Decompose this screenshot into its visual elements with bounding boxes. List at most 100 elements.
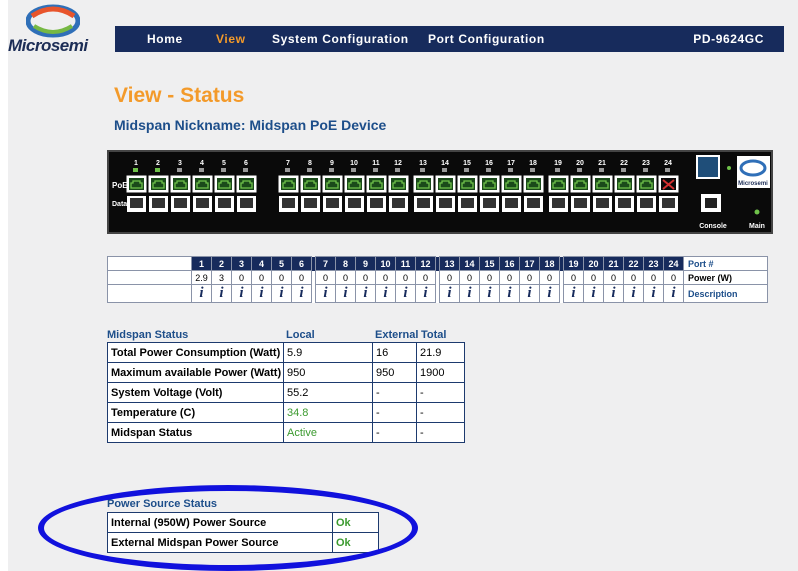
port-led-icon [307, 168, 312, 172]
console-label: Console [699, 223, 727, 230]
port-description-cell: i [191, 284, 212, 303]
nav-view[interactable]: View [216, 32, 246, 46]
microsemi-logo[interactable]: Microsemi [8, 2, 98, 60]
info-icon[interactable]: i [591, 285, 595, 301]
port-description-cell: i [439, 284, 460, 303]
row-spacer [107, 270, 192, 285]
data-port-socket [174, 198, 187, 208]
device-model: PD-9624GC [693, 32, 764, 46]
info-icon[interactable]: i [631, 285, 635, 301]
info-icon[interactable]: i [259, 285, 263, 301]
table-row: Total Power Consumption (Watt) 5.9 16 21… [107, 342, 465, 363]
data-port-socket [326, 198, 339, 208]
info-icon[interactable]: i [447, 285, 451, 301]
data-port-socket [130, 198, 143, 208]
data-port-socket [240, 198, 253, 208]
midspan-status-header: Midspan Status [107, 329, 189, 341]
device-port-number: 9 [330, 160, 334, 167]
data-port-socket [574, 198, 587, 208]
network-port-icon [696, 155, 720, 179]
device-port-number: 17 [507, 160, 515, 167]
port-description-cell: i [251, 284, 272, 303]
info-icon[interactable]: i [651, 285, 655, 301]
port-description-cell: i [271, 284, 292, 303]
port-led-icon [643, 168, 648, 172]
port-description-cell: i [335, 284, 356, 303]
device-port-number: 13 [419, 160, 427, 167]
info-icon[interactable]: i [279, 285, 283, 301]
nav-system-configuration[interactable]: System Configuration [272, 32, 409, 46]
port-power-value: 3 [211, 270, 232, 285]
data-port-socket [483, 198, 496, 208]
info-icon[interactable]: i [323, 285, 327, 301]
info-icon[interactable]: i [199, 285, 203, 301]
local-value: 55.2 [283, 382, 373, 403]
external-value: 16 [372, 342, 417, 363]
port-led-icon [329, 168, 334, 172]
info-icon[interactable]: i [487, 285, 491, 301]
info-icon[interactable]: i [467, 285, 471, 301]
page-title: View - Status [114, 84, 245, 107]
info-icon[interactable]: i [383, 285, 387, 301]
data-port-socket [662, 198, 675, 208]
port-description-row: i i i i i i i i i i i i i i i i i i i i i i i i Description [107, 284, 768, 303]
local-value: Active [283, 422, 373, 443]
info-icon[interactable]: i [343, 285, 347, 301]
port-number: 5 [271, 256, 292, 271]
device-panel-graphic: PoEData In1 2 3 4 5 6 7 8 9 10 11 12 13 14 15 16 17 18 19 2… [112, 155, 770, 230]
port-description-cell: i [479, 284, 500, 303]
port-led-icon [621, 168, 626, 172]
port-number: 9 [355, 256, 376, 271]
port-power-value: 2.9 [191, 270, 212, 285]
port-led-icon [177, 168, 182, 172]
device-port-number: 16 [485, 160, 493, 167]
nav-home[interactable]: Home [147, 32, 183, 46]
device-port-number: 2 [156, 160, 160, 167]
info-icon[interactable]: i [671, 285, 675, 301]
port-power-value: 0 [479, 270, 500, 285]
total-value: - [416, 402, 465, 423]
port-number: 19 [563, 256, 584, 271]
row-label: Midspan Status [107, 422, 284, 443]
info-icon[interactable]: i [547, 285, 551, 301]
port-led-icon [373, 168, 378, 172]
info-icon[interactable]: i [219, 285, 223, 301]
external-value: - [372, 382, 417, 403]
nav-port-configuration[interactable]: Port Configuration [428, 32, 545, 46]
port-led-icon [351, 168, 356, 172]
port-description-cell: i [231, 284, 252, 303]
poe-row-label: PoE [112, 181, 128, 190]
total-value: 21.9 [416, 342, 465, 363]
port-led-icon [155, 168, 160, 172]
data-port-socket [218, 198, 231, 208]
info-icon[interactable]: i [423, 285, 427, 301]
port-power-value: 0 [539, 270, 560, 285]
port-led-icon [464, 168, 469, 172]
external-header: External [375, 329, 419, 341]
info-icon[interactable]: i [611, 285, 615, 301]
data-port-socket [282, 198, 295, 208]
port-number: 2 [211, 256, 232, 271]
port-number: 8 [335, 256, 356, 271]
info-icon[interactable]: i [363, 285, 367, 301]
local-value: 5.9 [283, 342, 373, 363]
info-icon[interactable]: i [507, 285, 511, 301]
status-led-icon [727, 166, 731, 170]
port-description-cell: i [315, 284, 336, 303]
port-led-icon [133, 168, 138, 172]
info-icon[interactable]: i [239, 285, 243, 301]
local-value: 34.8 [283, 402, 373, 423]
info-icon[interactable]: i [527, 285, 531, 301]
total-value: - [416, 382, 465, 403]
port-number: 12 [415, 256, 436, 271]
total-header: Total [421, 329, 447, 341]
port-number: 17 [519, 256, 540, 271]
port-description-cell: i [663, 284, 684, 303]
port-description-cell: i [291, 284, 312, 303]
info-icon[interactable]: i [299, 285, 303, 301]
device-port-number: 18 [529, 160, 537, 167]
port-power-value: 0 [459, 270, 480, 285]
port-description-cell: i [643, 284, 664, 303]
info-icon[interactable]: i [403, 285, 407, 301]
info-icon[interactable]: i [571, 285, 575, 301]
